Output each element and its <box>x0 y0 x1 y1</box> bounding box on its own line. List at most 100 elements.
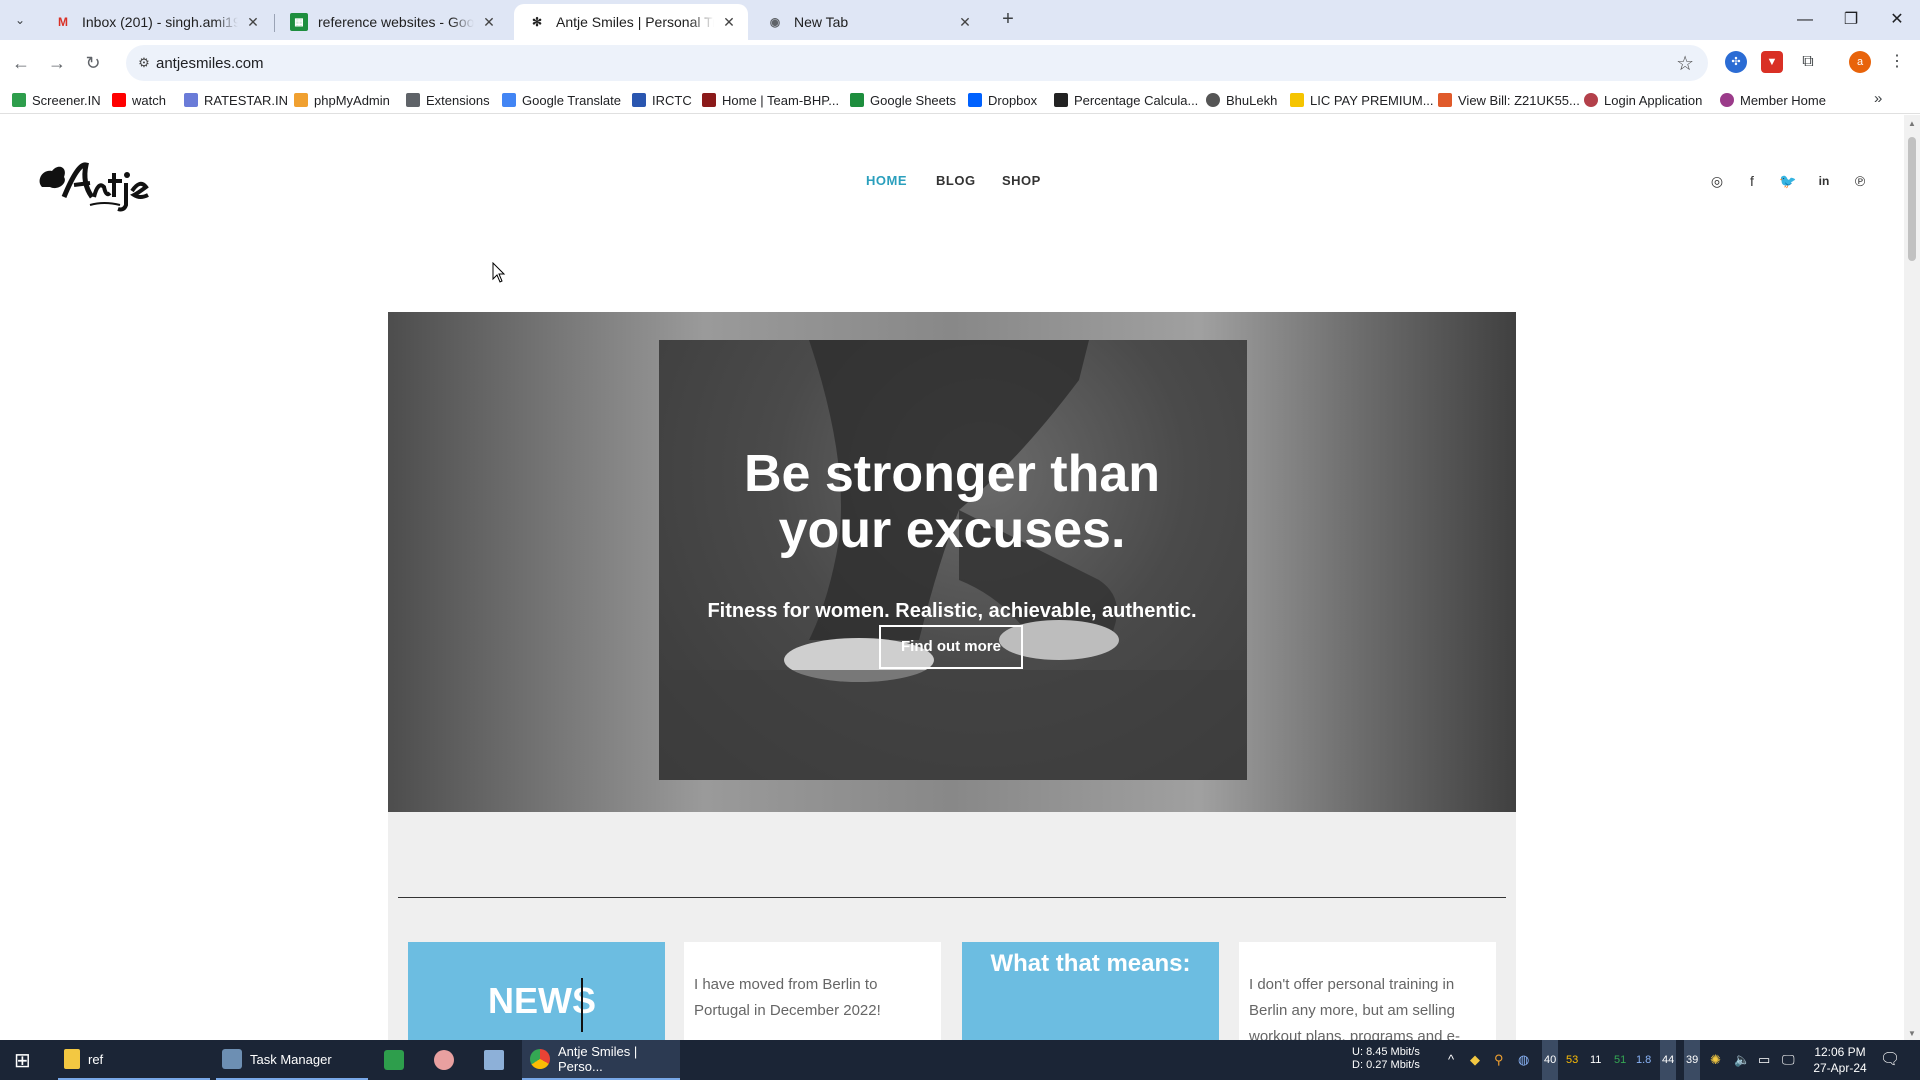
bookmark-phpmyadmin[interactable]: phpMyAdmin <box>294 90 390 110</box>
bookmark-star-icon[interactable]: ☆ <box>1676 51 1694 76</box>
twitter-icon[interactable]: 🐦 <box>1778 171 1798 191</box>
nav-shop[interactable]: SHOP <box>1002 173 1041 188</box>
reload-button[interactable]: ↻ <box>80 50 106 76</box>
tab-sheets[interactable]: ▦ reference websites - Google Sheets ✕ <box>276 4 508 40</box>
restore-button[interactable]: ❐ <box>1828 0 1874 40</box>
close-icon[interactable]: ✕ <box>244 13 262 31</box>
taskbar-chrome[interactable]: Antje Smiles | Perso... <box>522 1040 680 1080</box>
tray-value: 40 <box>1542 1040 1559 1080</box>
close-icon[interactable]: ✕ <box>956 13 974 31</box>
nav-blog[interactable]: BLOG <box>936 173 976 188</box>
bookmark-label: IRCTC <box>652 92 692 108</box>
bookmark-view-bill[interactable]: View Bill: Z21UK55... <box>1438 90 1580 110</box>
taskbar-task-manager[interactable]: Task Manager <box>216 1040 368 1080</box>
tab-new-tab[interactable]: ◉ New Tab ✕ <box>752 4 984 40</box>
bookmark-watch[interactable]: watch <box>112 90 166 110</box>
extensions-puzzle-icon[interactable]: ⧉ <box>1797 51 1819 73</box>
tray-globe-icon[interactable]: ◍ <box>1518 1040 1529 1080</box>
translate-icon <box>502 93 516 107</box>
shield-extension-icon[interactable]: ▼ <box>1761 51 1783 73</box>
tab-antje-smiles[interactable]: ✻ Antje Smiles | Personal Training ✕ <box>514 4 748 40</box>
means-text-card: I don't offer personal training in Berli… <box>1239 942 1496 1040</box>
bookmark-team-bhp[interactable]: Home | Team-BHP... <box>702 90 839 110</box>
forward-button[interactable]: → <box>44 50 70 76</box>
bookmark-label: Login Application <box>1604 92 1703 108</box>
bookmark-dropbox[interactable]: Dropbox <box>968 90 1037 110</box>
new-tab-button[interactable]: + <box>996 8 1020 32</box>
bookmark-label: Google Translate <box>522 92 622 108</box>
address-bar[interactable]: ⚙ antjesmiles.com ☆ <box>126 45 1708 81</box>
taskbar-ref[interactable]: ref <box>58 1040 210 1080</box>
bookmark-label: Home | Team-BHP... <box>722 92 840 108</box>
antje-icon: ✻ <box>531 15 543 29</box>
bookmark-bhulekh[interactable]: BhuLekh <box>1206 90 1277 110</box>
net-up: 8.45 Mbit/s <box>1366 1046 1420 1058</box>
battery-icon[interactable]: ▭ <box>1758 1040 1770 1080</box>
scroll-down-icon[interactable]: ▼ <box>1908 1029 1916 1038</box>
bookmark-irctc[interactable]: IRCTC <box>632 90 692 110</box>
net-up-label: U: <box>1352 1046 1363 1058</box>
network-speed: U: 8.45 Mbit/s D: 0.27 Mbit/s <box>1352 1046 1420 1080</box>
close-icon[interactable]: ✕ <box>480 13 498 31</box>
tray-expand-icon[interactable]: ^ <box>1448 1040 1454 1080</box>
bookmark-label: Percentage Calcula... <box>1074 92 1199 108</box>
tray-value: 11 <box>1590 1054 1602 1066</box>
page-scrollbar[interactable]: ▲ ▼ <box>1904 115 1920 1040</box>
tray-app-icon[interactable]: ◆ <box>1470 1040 1480 1080</box>
pinterest-icon[interactable]: ℗ <box>1850 171 1870 191</box>
menu-kebab-icon[interactable]: ⋮ <box>1886 51 1908 73</box>
hero-headline-line1: Be stronger than <box>743 445 1161 503</box>
scrollbar-thumb[interactable] <box>1908 137 1916 261</box>
bookmark-screener[interactable]: Screener.IN <box>12 90 101 110</box>
bookmark-ratestar[interactable]: RATESTAR.IN <box>184 90 288 110</box>
instagram-icon[interactable]: ◎ <box>1707 171 1727 191</box>
moved-card: I have moved from Berlin to Portugal in … <box>684 942 941 1040</box>
profile-initial: a <box>1856 56 1864 68</box>
volume-icon[interactable]: 🔈 <box>1734 1040 1750 1080</box>
bookmark-lic[interactable]: LIC PAY PREMIUM... <box>1290 90 1434 110</box>
nav-home[interactable]: HOME <box>866 173 907 188</box>
search-icon[interactable]: ⚲ <box>1494 1040 1504 1080</box>
taskbar-label: ref <box>88 1051 104 1067</box>
bookmark-extensions[interactable]: Extensions <box>406 90 490 110</box>
bookmark-percentage-calculator[interactable]: Percentage Calcula... <box>1054 90 1198 110</box>
more-bookmarks-icon[interactable]: » <box>1874 90 1882 107</box>
network-icon[interactable]: 🖵 <box>1782 1040 1795 1080</box>
bookmark-label: RATESTAR.IN <box>204 92 289 108</box>
back-button[interactable]: ← <box>8 50 34 76</box>
taskbar-app[interactable] <box>434 1040 462 1080</box>
site-info-icon[interactable]: ⚙ <box>134 53 154 73</box>
tray-app-icon[interactable]: ✺ <box>1710 1040 1721 1080</box>
hero-image <box>659 340 1247 780</box>
bookmark-google-sheets[interactable]: Google Sheets <box>850 90 956 110</box>
system-clock[interactable]: 12:06 PM 27-Apr-24 <box>1810 1044 1870 1076</box>
extension-icon[interactable]: ✣ <box>1725 51 1747 73</box>
youtube-icon <box>112 93 126 107</box>
login-icon <box>1584 93 1598 107</box>
bookmark-member-home[interactable]: Member Home <box>1720 90 1826 110</box>
taskbar-sheet-app[interactable] <box>384 1040 412 1080</box>
close-window-button[interactable]: ✕ <box>1874 0 1920 40</box>
globe-icon <box>1206 93 1220 107</box>
tab-gmail[interactable]: M Inbox (201) - singh.ami1996@gmail.com … <box>40 4 272 40</box>
bookmark-login-application[interactable]: Login Application <box>1584 90 1702 110</box>
facebook-icon[interactable]: f <box>1742 171 1762 191</box>
antje-smiles-logo[interactable] <box>34 153 150 213</box>
puzzle-icon <box>406 93 420 107</box>
minimize-button[interactable]: — <box>1782 0 1828 40</box>
close-icon[interactable]: ✕ <box>720 13 738 31</box>
profile-avatar[interactable]: a <box>1849 51 1871 73</box>
bookmark-google-translate[interactable]: Google Translate <box>502 90 621 110</box>
scroll-up-icon[interactable]: ▲ <box>1908 119 1916 128</box>
find-out-more-button[interactable]: Find out more <box>879 625 1023 669</box>
hero-section: Be stronger than your excuses. Fitness f… <box>388 312 1516 812</box>
tray-value: 1.8 <box>1636 1054 1652 1066</box>
chart-icon <box>12 93 26 107</box>
notifications-icon[interactable]: 🗨 <box>1880 1040 1900 1080</box>
linkedin-icon[interactable]: in <box>1814 171 1834 191</box>
taskbar-notepad[interactable] <box>484 1040 512 1080</box>
tab-search-chevron-icon[interactable]: ⌄ <box>10 10 30 30</box>
irctc-icon <box>632 93 646 107</box>
news-card[interactable]: NEWS <box>408 942 665 1040</box>
windows-start-icon[interactable]: ⊞ <box>14 1040 31 1080</box>
